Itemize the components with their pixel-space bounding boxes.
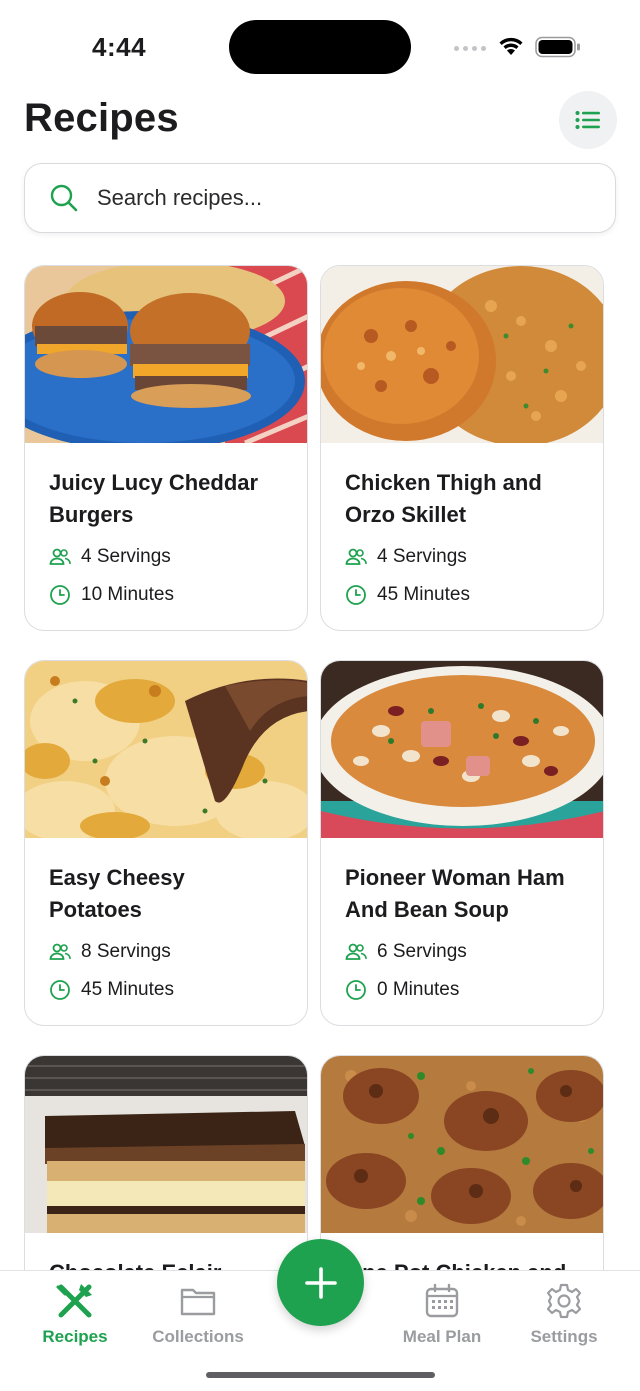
servings-row: 6 Servings: [345, 940, 579, 964]
list-icon: [575, 111, 600, 129]
servings-text: 4 Servings: [377, 546, 467, 567]
recipe-image: [321, 266, 603, 443]
servings-text: 4 Servings: [81, 546, 171, 567]
recipe-card[interactable]: Easy Cheesy Potatoes 8 Servings 45 Minut…: [24, 660, 308, 1026]
home-indicator: [206, 1372, 435, 1378]
folder-icon: [180, 1288, 216, 1316]
clock-icon: [346, 585, 366, 605]
recipe-image: [25, 1056, 307, 1233]
time-text: 10 Minutes: [81, 584, 174, 605]
time-row: 45 Minutes: [49, 978, 283, 1002]
tab-label: Recipes: [42, 1327, 108, 1346]
time-row: 45 Minutes: [345, 583, 579, 607]
time-row: 0 Minutes: [345, 978, 579, 1002]
time-text: 45 Minutes: [377, 584, 470, 605]
servings-row: 8 Servings: [49, 940, 283, 964]
calendar-icon: [425, 1283, 459, 1318]
recipe-image: [321, 1056, 603, 1233]
wifi-icon: [499, 37, 523, 55]
tab-settings[interactable]: Settings: [499, 1281, 629, 1347]
status-bar: 4:44: [0, 0, 640, 96]
search-bar[interactable]: [24, 163, 616, 233]
recipe-title: Easy Cheesy Potatoes: [49, 865, 185, 922]
recipe-image: [25, 661, 307, 838]
tab-meal-plan[interactable]: Meal Plan: [377, 1281, 507, 1347]
time-text: 45 Minutes: [81, 979, 174, 1000]
cellular-signal-icon: [454, 46, 486, 51]
view-toggle-button[interactable]: [559, 91, 617, 149]
recipe-image: [25, 266, 307, 443]
add-recipe-button[interactable]: [277, 1239, 364, 1326]
tab-collections[interactable]: Collections: [133, 1281, 263, 1347]
tab-label: Collections: [152, 1327, 244, 1346]
people-icon: [345, 548, 367, 565]
time-text: 0 Minutes: [377, 979, 460, 1000]
utensils-icon: [56, 1284, 92, 1318]
servings-text: 6 Servings: [377, 941, 467, 962]
servings-row: 4 Servings: [49, 545, 283, 569]
recipe-title: Pioneer Woman Ham And Bean Soup: [345, 865, 565, 922]
page-title: Recipes: [24, 96, 179, 140]
status-time: 4:44: [92, 32, 147, 62]
gear-icon: [546, 1283, 582, 1319]
search-input[interactable]: [97, 185, 577, 211]
tab-recipes[interactable]: Recipes: [10, 1281, 140, 1347]
tab-label: Meal Plan: [402, 1327, 482, 1346]
time-row: 10 Minutes: [49, 583, 283, 607]
clock-icon: [50, 980, 70, 1000]
recipe-card[interactable]: Chicken Thigh and Orzo Skillet 4 Serving…: [320, 265, 604, 631]
people-icon: [49, 943, 71, 960]
clock-icon: [50, 585, 70, 605]
recipe-image: [321, 661, 603, 838]
recipe-card[interactable]: Pioneer Woman Ham And Bean Soup 6 Servin…: [320, 660, 604, 1026]
recipe-title: Chicken Thigh and Orzo Skillet: [345, 470, 542, 527]
search-icon: [50, 184, 78, 212]
tab-label: Settings: [530, 1327, 598, 1346]
people-icon: [345, 943, 367, 960]
clock-icon: [346, 980, 366, 1000]
recipe-card[interactable]: Juicy Lucy Cheddar Burgers 4 Servings 10…: [24, 265, 308, 631]
people-icon: [49, 548, 71, 565]
servings-text: 8 Servings: [81, 941, 171, 962]
plus-icon: [304, 1266, 337, 1299]
servings-row: 4 Servings: [345, 545, 579, 569]
recipe-title: Juicy Lucy Cheddar Burgers: [49, 470, 259, 527]
battery-icon: [535, 36, 580, 58]
dynamic-island: [229, 20, 411, 74]
